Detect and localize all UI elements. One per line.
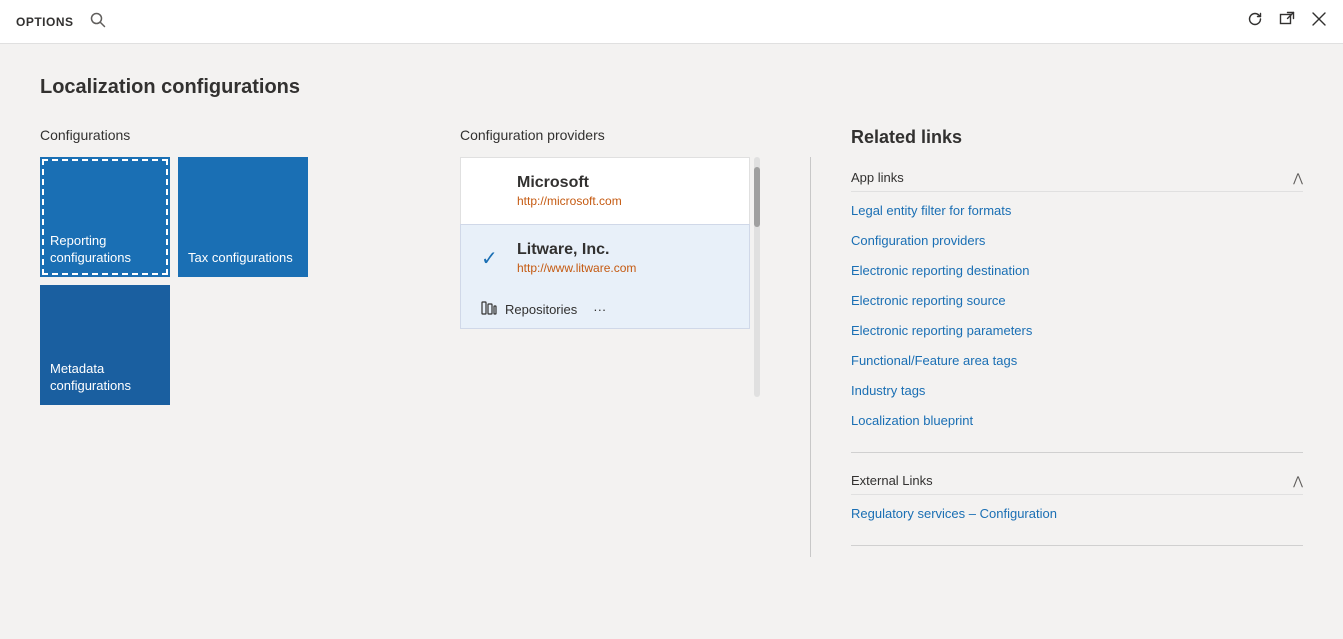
tile-tax-label: Tax configurations [188,250,293,267]
search-icon[interactable] [90,12,106,31]
titlebar-right [1247,11,1327,32]
app-links-collapse-icon[interactable]: ⋀ [1293,171,1303,185]
close-icon[interactable] [1311,11,1327,32]
tile-metadata[interactable]: Metadata configurations [40,285,170,405]
app-links-title: App links [851,170,904,185]
refresh-icon[interactable] [1247,11,1263,32]
related-links-section: Related links App links ⋀ Legal entity f… [851,127,1303,610]
options-label: OPTIONS [16,15,74,29]
litware-info: Litware, Inc. http://www.litware.com [517,241,636,275]
link-regulatory-services[interactable]: Regulatory services – Configuration [851,506,1057,521]
provider-litware[interactable]: ✓ Litware, Inc. http://www.litware.com [460,224,750,291]
repositories-label: Repositories [505,302,577,317]
app-links-list: Legal entity filter for formats Configur… [851,196,1303,436]
external-links-title: External Links [851,473,933,488]
popout-icon[interactable] [1279,11,1295,32]
list-item: Localization blueprint [851,406,1303,436]
content-layout: Configurations Reporting configurations … [40,127,1303,610]
link-er-destination[interactable]: Electronic reporting destination [851,263,1030,278]
tile-metadata-label: Metadata configurations [50,361,160,395]
external-links-collapse-icon[interactable]: ⋀ [1293,474,1303,488]
list-item: Electronic reporting destination [851,256,1303,286]
page-title: Localization configurations [40,76,1303,99]
providers-heading: Configuration providers [460,127,770,143]
link-localization-blueprint[interactable]: Localization blueprint [851,413,973,428]
microsoft-info: Microsoft http://microsoft.com [517,174,622,208]
related-links-title: Related links [851,127,1303,148]
list-item: Electronic reporting source [851,286,1303,316]
provider-litware-header: ✓ Litware, Inc. http://www.litware.com [481,241,729,275]
tile-reporting[interactable]: Reporting configurations [40,157,170,277]
list-item: Configuration providers [851,226,1303,256]
link-industry-tags[interactable]: Industry tags [851,383,925,398]
repositories-more[interactable]: ··· [593,302,606,317]
external-links-header: External Links ⋀ [851,467,1303,495]
list-item: Legal entity filter for formats [851,196,1303,226]
list-item: Regulatory services – Configuration [851,499,1303,529]
list-item: Electronic reporting parameters [851,316,1303,346]
external-divider [851,545,1303,546]
microsoft-checkmark [481,180,505,203]
vertical-divider [810,157,811,557]
microsoft-url: http://microsoft.com [517,194,622,208]
titlebar-left: OPTIONS [16,12,106,31]
link-er-parameters[interactable]: Electronic reporting parameters [851,323,1032,338]
microsoft-name: Microsoft [517,174,622,192]
litware-name: Litware, Inc. [517,241,636,259]
list-item: Functional/Feature area tags [851,346,1303,376]
configurations-heading: Configurations [40,127,380,143]
provider-footer[interactable]: Repositories ··· [460,291,750,329]
list-item: Industry tags [851,376,1303,406]
app-links-header: App links ⋀ [851,164,1303,192]
link-legal-entity[interactable]: Legal entity filter for formats [851,203,1011,218]
litware-checkmark: ✓ [481,246,505,271]
tile-tax[interactable]: Tax configurations [178,157,308,277]
tiles-grid: Reporting configurations Tax configurati… [40,157,380,405]
scrollbar-thumb[interactable] [754,167,760,227]
links-divider [851,452,1303,453]
app-links-group: App links ⋀ Legal entity filter for form… [851,164,1303,436]
link-config-providers[interactable]: Configuration providers [851,233,985,248]
tile-reporting-label: Reporting configurations [50,233,160,267]
scrollbar-track[interactable] [754,157,760,397]
main-content: Localization configurations Configuratio… [0,44,1343,639]
external-links-list: Regulatory services – Configuration [851,499,1303,529]
external-links-group: External Links ⋀ Regulatory services – C… [851,467,1303,529]
provider-microsoft-header: Microsoft http://microsoft.com [481,174,729,208]
repositories-icon [481,301,497,318]
link-er-source[interactable]: Electronic reporting source [851,293,1006,308]
providers-section: Configuration providers Microsoft http:/… [460,127,770,610]
litware-url: http://www.litware.com [517,261,636,275]
link-feature-area-tags[interactable]: Functional/Feature area tags [851,353,1017,368]
configurations-section: Configurations Reporting configurations … [40,127,380,610]
provider-microsoft[interactable]: Microsoft http://microsoft.com [460,157,750,224]
titlebar: OPTIONS [0,0,1343,44]
